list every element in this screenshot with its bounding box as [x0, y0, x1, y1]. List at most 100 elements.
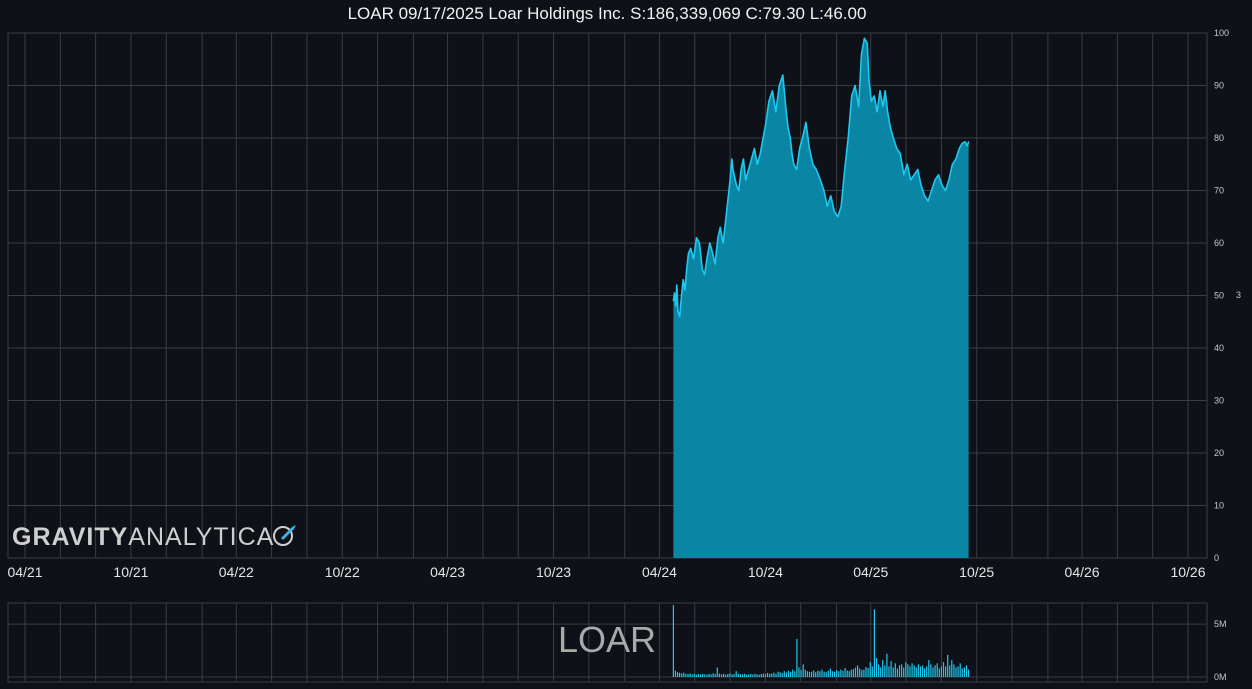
- price-point: [687, 252, 690, 255]
- price-point: [830, 195, 832, 197]
- volume-bar: [968, 669, 970, 677]
- volume-y-tick-label: 0M: [1214, 672, 1227, 682]
- volume-bar: [882, 660, 884, 677]
- volume-bar: [779, 672, 781, 677]
- volume-bar: [936, 663, 938, 677]
- price-point: [924, 195, 926, 197]
- volume-bar: [781, 673, 783, 677]
- volume-bar: [687, 674, 689, 677]
- price-point: [866, 42, 868, 45]
- price-y-tick-label: 70: [1214, 186, 1224, 196]
- price-point: [951, 163, 954, 165]
- date-x-tick-label: 10/25: [959, 564, 994, 580]
- price-point: [679, 315, 681, 318]
- price-point: [745, 179, 747, 181]
- volume-bar: [823, 671, 825, 677]
- volume-bar: [800, 670, 802, 677]
- volume-bar: [746, 674, 748, 677]
- volume-bar: [932, 667, 934, 677]
- volume-bar: [737, 673, 739, 677]
- price-point: [873, 95, 875, 97]
- price-area-series: [672, 37, 970, 559]
- volume-bar: [896, 668, 898, 677]
- price-point: [808, 147, 811, 150]
- price-point: [712, 252, 714, 255]
- volume-bar: [825, 672, 827, 677]
- volume-bar: [744, 673, 746, 677]
- price-point: [714, 263, 716, 265]
- chart-title: LOAR 09/17/2025 Loar Holdings Inc. S:186…: [347, 4, 867, 23]
- date-x-tick-label: 10/24: [748, 564, 783, 580]
- price-point: [955, 158, 957, 160]
- volume-bar: [878, 664, 880, 677]
- volume-bar: [961, 668, 963, 677]
- volume-bar: [718, 673, 720, 677]
- volume-bar: [785, 672, 787, 677]
- volume-bar: [926, 666, 928, 677]
- volume-bar: [819, 671, 821, 677]
- price-point: [906, 163, 908, 165]
- volume-bar: [691, 674, 693, 677]
- price-point: [870, 100, 872, 102]
- price-y-tick-label: 0: [1214, 553, 1219, 563]
- price-y-tick-label: 40: [1214, 343, 1224, 353]
- volume-bar: [907, 664, 909, 677]
- volume-bar: [693, 673, 695, 677]
- price-point: [812, 163, 814, 165]
- price-y-tick-label: 60: [1214, 238, 1224, 248]
- price-point: [724, 221, 727, 223]
- volume-bar: [806, 671, 808, 677]
- volume-bar: [959, 663, 961, 677]
- price-point: [684, 289, 686, 291]
- price-point: [930, 189, 933, 192]
- price-y-tick-label: 20: [1214, 448, 1224, 458]
- date-x-tick-label: 04/25: [853, 564, 888, 580]
- volume-bar: [787, 670, 790, 677]
- price-point: [884, 90, 886, 92]
- volume-bar: [804, 669, 806, 677]
- volume-bar: [777, 671, 779, 677]
- price-point: [851, 95, 853, 97]
- volume-bar: [767, 673, 769, 677]
- volume-bar: [725, 674, 727, 677]
- volume-bar: [892, 667, 894, 677]
- price-point: [759, 153, 761, 155]
- volume-bar: [815, 672, 817, 677]
- volume-bar: [775, 673, 777, 677]
- price-point: [966, 145, 969, 147]
- volume-bar: [911, 663, 913, 677]
- price-point: [787, 126, 789, 129]
- volume-bar: [857, 665, 859, 677]
- volume-bar: [930, 664, 932, 677]
- price-point: [819, 179, 822, 181]
- price-point: [934, 179, 936, 181]
- price-point: [775, 111, 777, 113]
- price-y-tick-label: 90: [1214, 81, 1224, 91]
- price-point: [927, 200, 929, 202]
- volume-bar: [741, 674, 744, 677]
- price-point: [833, 210, 835, 213]
- volume-bar: [762, 673, 764, 677]
- price-point: [719, 226, 721, 228]
- price-point: [799, 147, 801, 150]
- price-point: [778, 84, 780, 87]
- volume-bar: [846, 670, 848, 677]
- price-point: [750, 158, 753, 160]
- price-point: [748, 168, 750, 171]
- volume-bar: [794, 671, 796, 677]
- price-area-fill: [673, 38, 969, 559]
- price-point: [961, 142, 963, 144]
- volume-bar: [821, 669, 823, 677]
- date-x-tick-label: 04/22: [219, 564, 254, 580]
- volume-bar: [957, 666, 959, 677]
- logo-light-text: ANALYTICA: [128, 523, 275, 552]
- volume-bar: [677, 672, 679, 677]
- volume-bar: [913, 665, 915, 677]
- volume-bar: [756, 674, 758, 677]
- date-x-tick-label: 10/26: [1170, 564, 1205, 580]
- price-point: [682, 279, 684, 281]
- price-point: [887, 111, 889, 113]
- price-point: [677, 310, 679, 312]
- price-point: [917, 168, 919, 171]
- volume-bar: [817, 670, 819, 677]
